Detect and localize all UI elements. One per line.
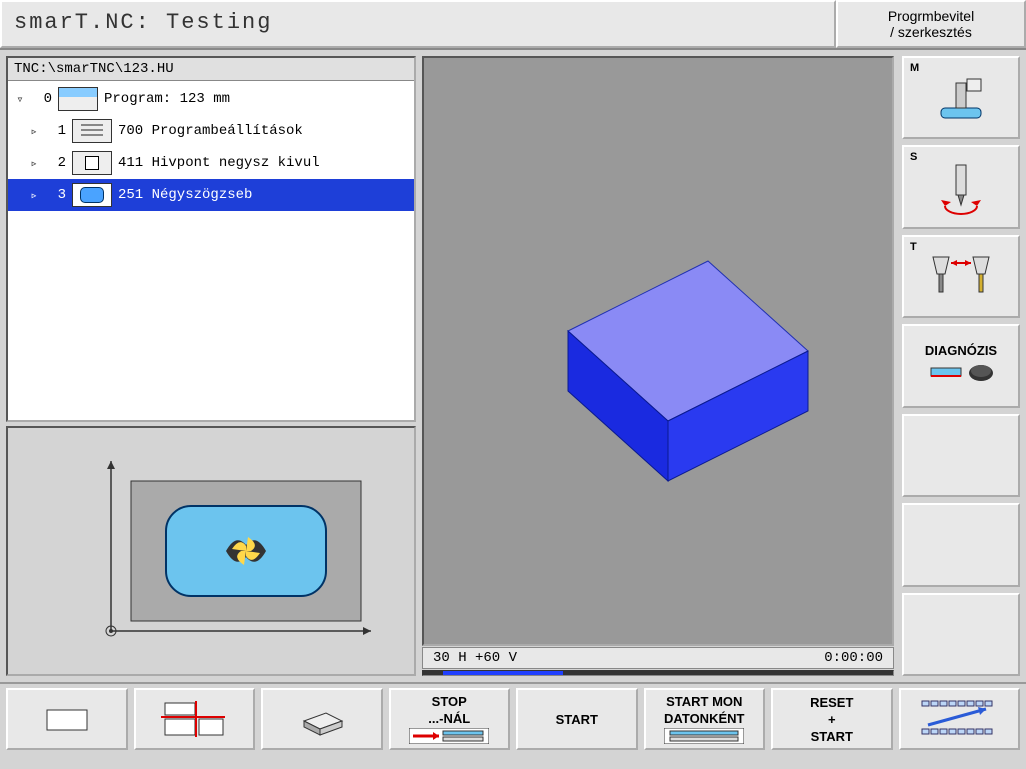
datum-icon bbox=[72, 151, 112, 175]
diagnostics-button[interactable]: DIAGNÓZIS bbox=[902, 324, 1020, 407]
s-label: S bbox=[910, 151, 917, 163]
app-title: smarT.NC: Testing bbox=[0, 0, 836, 48]
view-3d-icon bbox=[292, 701, 352, 737]
diag-label: DIAGNÓZIS bbox=[925, 343, 997, 358]
mode-line2: / szerkesztés bbox=[846, 24, 1016, 40]
tree-num: 3 bbox=[46, 187, 66, 203]
startmon-label-2: DATONKÉNT bbox=[664, 711, 744, 726]
mode-indicator: Progrmbevitel / szerkesztés bbox=[836, 0, 1026, 48]
expand-icon[interactable]: ▹ bbox=[28, 188, 40, 203]
tree-num: 0 bbox=[32, 91, 52, 107]
view-coords: 30 H +60 V bbox=[433, 650, 517, 666]
side-button-empty-2[interactable] bbox=[902, 503, 1020, 586]
progress-bar bbox=[422, 670, 894, 676]
tree-body: ▿ 0 Program: 123 mm ▹ 1 700 Programbeáll… bbox=[8, 81, 414, 420]
view-3side-icon bbox=[159, 699, 229, 739]
3d-viewport[interactable] bbox=[422, 56, 894, 646]
diagnostics-icon bbox=[921, 358, 1001, 388]
side-button-empty-3[interactable] bbox=[902, 593, 1020, 676]
spindle-icon bbox=[931, 160, 991, 215]
feed-override-button[interactable] bbox=[899, 688, 1021, 750]
stop-label-1: STOP bbox=[432, 694, 467, 709]
pocket-preview-graphic bbox=[31, 441, 391, 661]
start-button[interactable]: START bbox=[516, 688, 638, 750]
reset-start-button[interactable]: RESET + START bbox=[771, 688, 893, 750]
reset-label-3: START bbox=[811, 729, 853, 744]
tool-icon bbox=[921, 249, 1001, 304]
tree-label: Program: 123 mm bbox=[104, 91, 230, 107]
stop-at-button[interactable]: STOP ...-NÁL bbox=[389, 688, 511, 750]
machine-button[interactable]: M bbox=[902, 56, 1020, 139]
feed-override-icon bbox=[914, 697, 1004, 741]
tree-row-program[interactable]: ▿ 0 Program: 123 mm bbox=[8, 83, 414, 115]
program-tree-panel: TNC:\smarTNC\123.HU ▿ 0 Program: 123 mm … bbox=[6, 56, 416, 422]
run-time: 0:00:00 bbox=[824, 650, 883, 666]
tree-label: 411 Hivpont negysz kivul bbox=[118, 155, 320, 171]
program-icon bbox=[58, 87, 98, 111]
workpiece-3d-icon bbox=[478, 141, 838, 561]
start-single-block-button[interactable]: START MON DATONKÉNT bbox=[644, 688, 766, 750]
viewport-status-bar: 30 H +60 V 0:00:00 bbox=[422, 647, 894, 669]
m-label: M bbox=[910, 62, 919, 74]
expand-icon[interactable]: ▹ bbox=[28, 124, 40, 139]
view-3side-button[interactable] bbox=[134, 688, 256, 750]
tree-row-pocket[interactable]: ▹ 3 251 Négyszögzseb bbox=[8, 179, 414, 211]
start-label: START bbox=[556, 712, 598, 727]
single-block-icon bbox=[664, 728, 744, 744]
settings-icon bbox=[72, 119, 112, 143]
spindle-button[interactable]: S bbox=[902, 145, 1020, 228]
reset-label-2: + bbox=[828, 712, 836, 727]
tree-row-datum[interactable]: ▹ 2 411 Hivpont negysz kivul bbox=[8, 147, 414, 179]
reset-label-1: RESET bbox=[810, 695, 853, 710]
tree-row-settings[interactable]: ▹ 1 700 Programbeállítások bbox=[8, 115, 414, 147]
stop-label-2: ...-NÁL bbox=[428, 711, 470, 726]
tree-label: 251 Négyszögzseb bbox=[118, 187, 252, 203]
cycle-preview-panel bbox=[6, 426, 416, 676]
stop-at-icon bbox=[409, 728, 489, 744]
expand-icon[interactable]: ▿ bbox=[14, 92, 26, 107]
view-plan-button[interactable] bbox=[6, 688, 128, 750]
tree-num: 2 bbox=[46, 155, 66, 171]
mode-line1: Progrmbevitel bbox=[846, 8, 1016, 24]
tool-button[interactable]: T bbox=[902, 235, 1020, 318]
expand-icon[interactable]: ▹ bbox=[28, 156, 40, 171]
startmon-label-1: START MON bbox=[666, 694, 742, 709]
view-3d-button[interactable] bbox=[261, 688, 383, 750]
view-plan-icon bbox=[37, 702, 97, 736]
tree-label: 700 Programbeállítások bbox=[118, 123, 303, 139]
tree-path: TNC:\smarTNC\123.HU bbox=[8, 58, 414, 81]
tree-num: 1 bbox=[46, 123, 66, 139]
t-label: T bbox=[910, 241, 917, 253]
side-button-empty-1[interactable] bbox=[902, 414, 1020, 497]
machine-icon bbox=[931, 73, 991, 123]
pocket-icon bbox=[72, 183, 112, 207]
